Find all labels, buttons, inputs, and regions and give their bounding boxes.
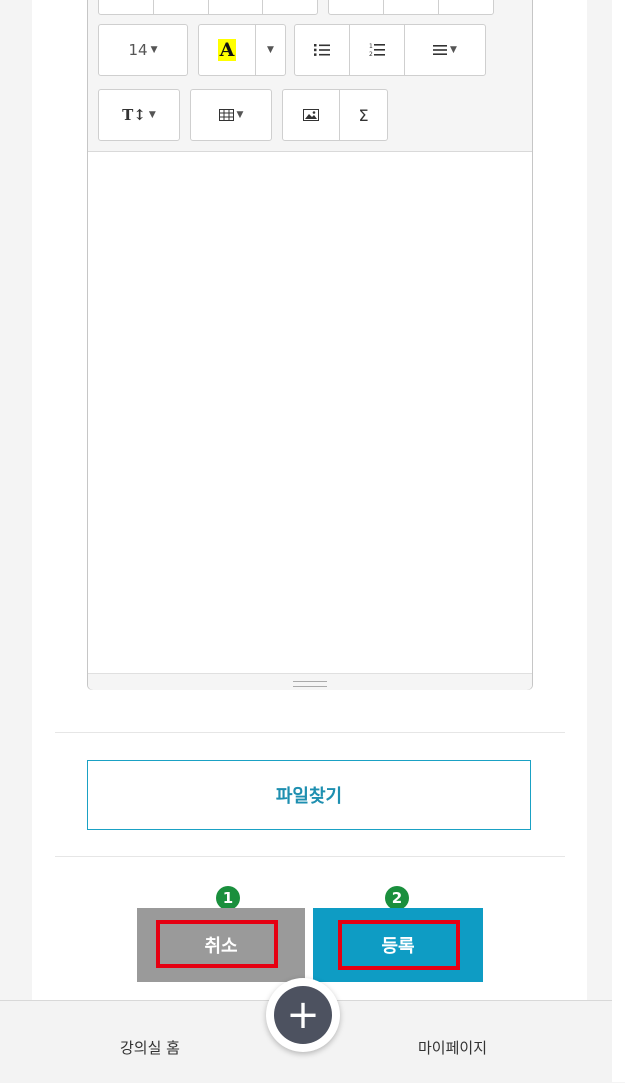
divider <box>55 856 565 857</box>
paragraph-group: 1 2 ▼ <box>294 24 486 76</box>
text-style-dropdown[interactable]: T↕ ▼ <box>99 90 179 140</box>
caret-down-icon: ▼ <box>450 45 457 55</box>
toolbar-button[interactable] <box>329 0 384 14</box>
font-color-button[interactable]: A <box>199 25 256 75</box>
text-style-group: T↕ ▼ <box>98 89 180 141</box>
align-dropdown[interactable]: ▼ <box>405 25 485 75</box>
find-file-button[interactable]: 파일찾기 <box>87 760 531 830</box>
editor-content-area[interactable] <box>88 152 532 672</box>
numbered-list-button[interactable]: 1 2 <box>350 25 405 75</box>
divider <box>55 732 565 733</box>
font-size-group: 14 ▼ <box>98 24 188 76</box>
toolbar-button[interactable] <box>439 0 493 14</box>
rich-text-editor: 14 ▼ A ▼ 1 2 ▼ T↕ ▼ ▼ Σ <box>87 0 533 690</box>
cancel-highlight-box <box>156 920 278 968</box>
toolbar-button[interactable] <box>99 0 154 14</box>
toolbar-button[interactable] <box>154 0 209 14</box>
image-icon <box>303 109 319 121</box>
bullet-list-icon <box>314 44 330 56</box>
table-dropdown[interactable]: ▼ <box>191 90 271 140</box>
sigma-icon: Σ <box>358 105 369 125</box>
toolbar-button[interactable] <box>209 0 264 14</box>
grip-icon <box>293 681 327 687</box>
text-style-icon: T↕ <box>122 106 146 124</box>
table-group: ▼ <box>190 89 272 141</box>
font-color-dropdown[interactable]: ▼ <box>256 25 285 75</box>
font-color-group: A ▼ <box>198 24 286 76</box>
nav-mypage-link[interactable]: 마이페이지 <box>418 1037 487 1058</box>
plus-icon: + <box>274 986 332 1044</box>
insert-image-button[interactable] <box>283 90 340 140</box>
toolbar-button[interactable] <box>384 0 439 14</box>
insert-group: Σ <box>282 89 388 141</box>
page-edge <box>612 0 625 1082</box>
font-size-dropdown[interactable]: 14 ▼ <box>99 25 187 75</box>
caret-down-icon: ▼ <box>150 45 158 55</box>
insert-formula-button[interactable]: Σ <box>340 90 387 140</box>
editor-toolbar: 14 ▼ A ▼ 1 2 ▼ T↕ ▼ ▼ Σ <box>88 0 532 152</box>
caret-down-icon: ▼ <box>267 45 274 55</box>
font-size-value: 14 <box>128 41 148 59</box>
submit-highlight-box <box>338 920 460 970</box>
nav-home-link[interactable]: 강의실 홈 <box>120 1037 180 1058</box>
editor-resize-handle[interactable] <box>88 673 532 690</box>
caret-down-icon: ▼ <box>236 110 244 120</box>
numbered-list-icon: 1 2 <box>369 43 385 58</box>
align-icon <box>433 45 448 55</box>
add-fab-button[interactable]: + <box>266 978 340 1052</box>
step-badge-1: 1 <box>216 886 240 910</box>
table-icon <box>218 109 234 121</box>
step-badge-2: 2 <box>385 886 409 910</box>
caret-down-icon: ▼ <box>148 110 156 120</box>
toolbar-button[interactable] <box>263 0 317 14</box>
toolbar-group-top-1 <box>98 0 318 15</box>
plus-label: + <box>286 992 320 1038</box>
svg-text:2: 2 <box>369 51 373 58</box>
svg-text:1: 1 <box>369 43 373 50</box>
toolbar-group-top-2 <box>328 0 494 15</box>
bullet-list-button[interactable] <box>295 25 350 75</box>
font-color-icon: A <box>217 39 237 61</box>
